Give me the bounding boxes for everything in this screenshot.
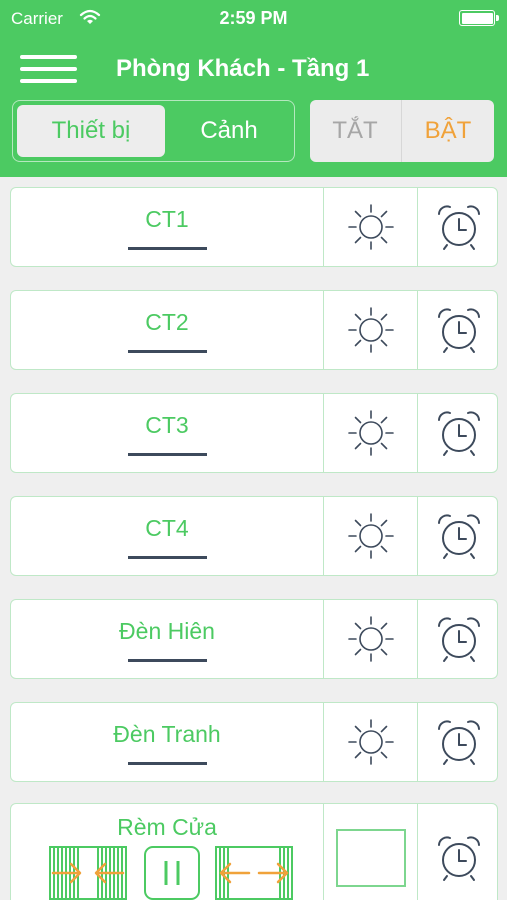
curtain-name-cell: Rèm Cửa — [11, 804, 323, 900]
pause-icon[interactable] — [144, 846, 200, 900]
alarm-clock-icon — [437, 308, 480, 353]
schedule-button[interactable] — [417, 703, 497, 781]
alarm-clock-icon — [437, 205, 480, 250]
sun-icon — [347, 410, 394, 456]
curtain-row: Rèm Cửa — [10, 803, 498, 900]
alarm-clock-icon — [437, 836, 480, 881]
sun-icon — [347, 307, 394, 353]
curtain-status-cell[interactable] — [323, 804, 417, 900]
light-toggle-button[interactable] — [323, 703, 417, 781]
light-toggle-button[interactable] — [323, 394, 417, 472]
sun-icon — [347, 616, 394, 662]
device-name-cell[interactable]: CT2 — [11, 291, 323, 369]
device-row: CT4 — [10, 496, 498, 576]
alarm-clock-icon — [437, 514, 480, 559]
curtain-open-icon[interactable] — [49, 846, 127, 900]
tab-scenes[interactable]: Cảnh — [169, 105, 289, 157]
light-toggle-button[interactable] — [323, 188, 417, 266]
device-label-underline — [128, 453, 207, 456]
device-label-underline — [128, 350, 207, 353]
device-name-cell[interactable]: CT4 — [11, 497, 323, 575]
header: Carrier 2:59 PM Phòng Khách - Tầng 1 Thi… — [0, 0, 507, 177]
hamburger-menu-icon[interactable] — [20, 53, 77, 85]
device-label-underline — [128, 762, 207, 765]
device-label: CT2 — [145, 309, 189, 335]
light-toggle-button[interactable] — [323, 291, 417, 369]
curtain-label: Rèm Cửa — [117, 814, 217, 840]
device-label: CT1 — [145, 206, 189, 232]
status-time: 2:59 PM — [219, 8, 288, 28]
device-name-cell[interactable]: CT1 — [11, 188, 323, 266]
schedule-button[interactable] — [417, 394, 497, 472]
device-label: CT3 — [145, 412, 189, 438]
curtain-schedule-button[interactable] — [417, 804, 497, 900]
device-label-underline — [128, 556, 207, 559]
battery-icon — [459, 10, 499, 26]
page-title: Phòng Khách - Tầng 1 — [116, 55, 370, 82]
curtain-status-box — [335, 829, 406, 887]
device-row: CT3 — [10, 393, 498, 473]
mode-segmented-control: Thiết bị Cảnh — [12, 100, 295, 162]
power-on-button[interactable]: BẬT — [401, 100, 494, 162]
device-name-cell[interactable]: Đèn Hiên — [11, 600, 323, 678]
schedule-button[interactable] — [417, 497, 497, 575]
device-label-underline — [128, 659, 207, 662]
device-name-cell[interactable]: CT3 — [11, 394, 323, 472]
power-off-button[interactable]: TẮT — [310, 100, 400, 162]
alarm-clock-icon — [437, 617, 480, 662]
status-bar: Carrier 2:59 PM — [0, 0, 507, 38]
sun-icon — [347, 204, 394, 250]
device-label: Đèn Tranh — [113, 721, 221, 747]
device-row: Đèn Hiên — [10, 599, 498, 679]
device-label-underline — [128, 247, 207, 250]
schedule-button[interactable] — [417, 600, 497, 678]
curtain-close-icon[interactable] — [215, 846, 293, 900]
device-label: CT4 — [145, 515, 189, 541]
light-toggle-button[interactable] — [323, 497, 417, 575]
schedule-button[interactable] — [417, 188, 497, 266]
alarm-clock-icon — [437, 720, 480, 765]
alarm-clock-icon — [437, 411, 480, 456]
sun-icon — [347, 513, 394, 559]
device-name-cell[interactable]: Đèn Tranh — [11, 703, 323, 781]
device-label: Đèn Hiên — [119, 618, 215, 644]
device-row: CT2 — [10, 290, 498, 370]
tab-devices[interactable]: Thiết bị — [17, 105, 165, 157]
sun-icon — [347, 719, 394, 765]
device-row: Đèn Tranh — [10, 702, 498, 782]
schedule-button[interactable] — [417, 291, 497, 369]
light-toggle-button[interactable] — [323, 600, 417, 678]
power-toggle: TẮT BẬT — [310, 100, 494, 162]
device-row: CT1 — [10, 187, 498, 267]
